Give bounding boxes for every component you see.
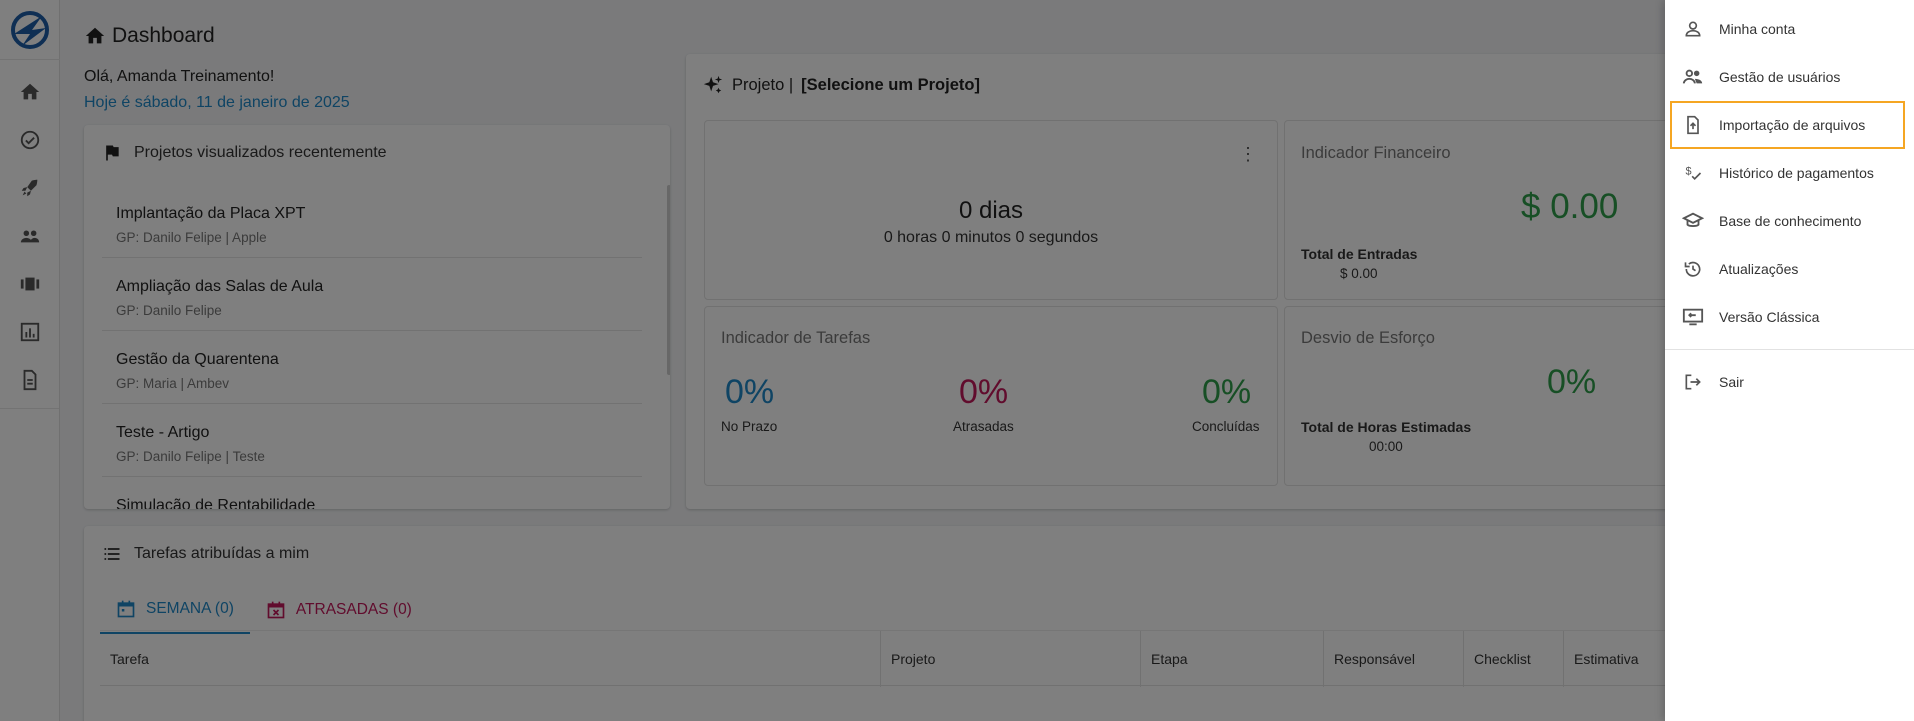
menu-item-sair[interactable]: Sair [1665,358,1914,406]
school-icon [1681,209,1705,233]
menu-item-gestao-usuarios[interactable]: Gestão de usuários [1665,53,1914,101]
menu-item-label: Minha conta [1719,21,1796,37]
menu-item-label: Importação de arquivos [1719,117,1866,133]
menu-item-label: Versão Clássica [1719,309,1820,325]
file-upload-icon [1681,113,1705,137]
manage-users-icon [1681,65,1705,89]
modal-backdrop[interactable] [0,0,1914,721]
classic-version-icon [1681,305,1705,329]
menu-item-atualizacoes[interactable]: Atualizações [1665,245,1914,293]
menu-divider [1665,349,1914,350]
menu-item-label: Sair [1719,374,1744,390]
logout-icon [1681,370,1705,394]
menu-item-label: Histórico de pagamentos [1719,165,1874,181]
menu-item-versao-classica[interactable]: Versão Clássica [1665,293,1914,341]
menu-item-importacao-arquivos[interactable]: Importação de arquivos [1670,101,1905,149]
account-menu: Minha conta Gestão de usuários Importaçã… [1665,0,1914,721]
menu-item-base-conhecimento[interactable]: Base de conhecimento [1665,197,1914,245]
menu-item-minha-conta[interactable]: Minha conta [1665,5,1914,53]
menu-item-label: Base de conhecimento [1719,213,1862,229]
menu-item-label: Atualizações [1719,261,1799,277]
menu-item-historico-pagamentos[interactable]: $ Histórico de pagamentos [1665,149,1914,197]
payment-history-icon: $ [1681,161,1705,185]
person-icon [1681,17,1705,41]
svg-text:$: $ [1686,166,1692,178]
menu-item-label: Gestão de usuários [1719,69,1841,85]
history-icon [1681,257,1705,281]
